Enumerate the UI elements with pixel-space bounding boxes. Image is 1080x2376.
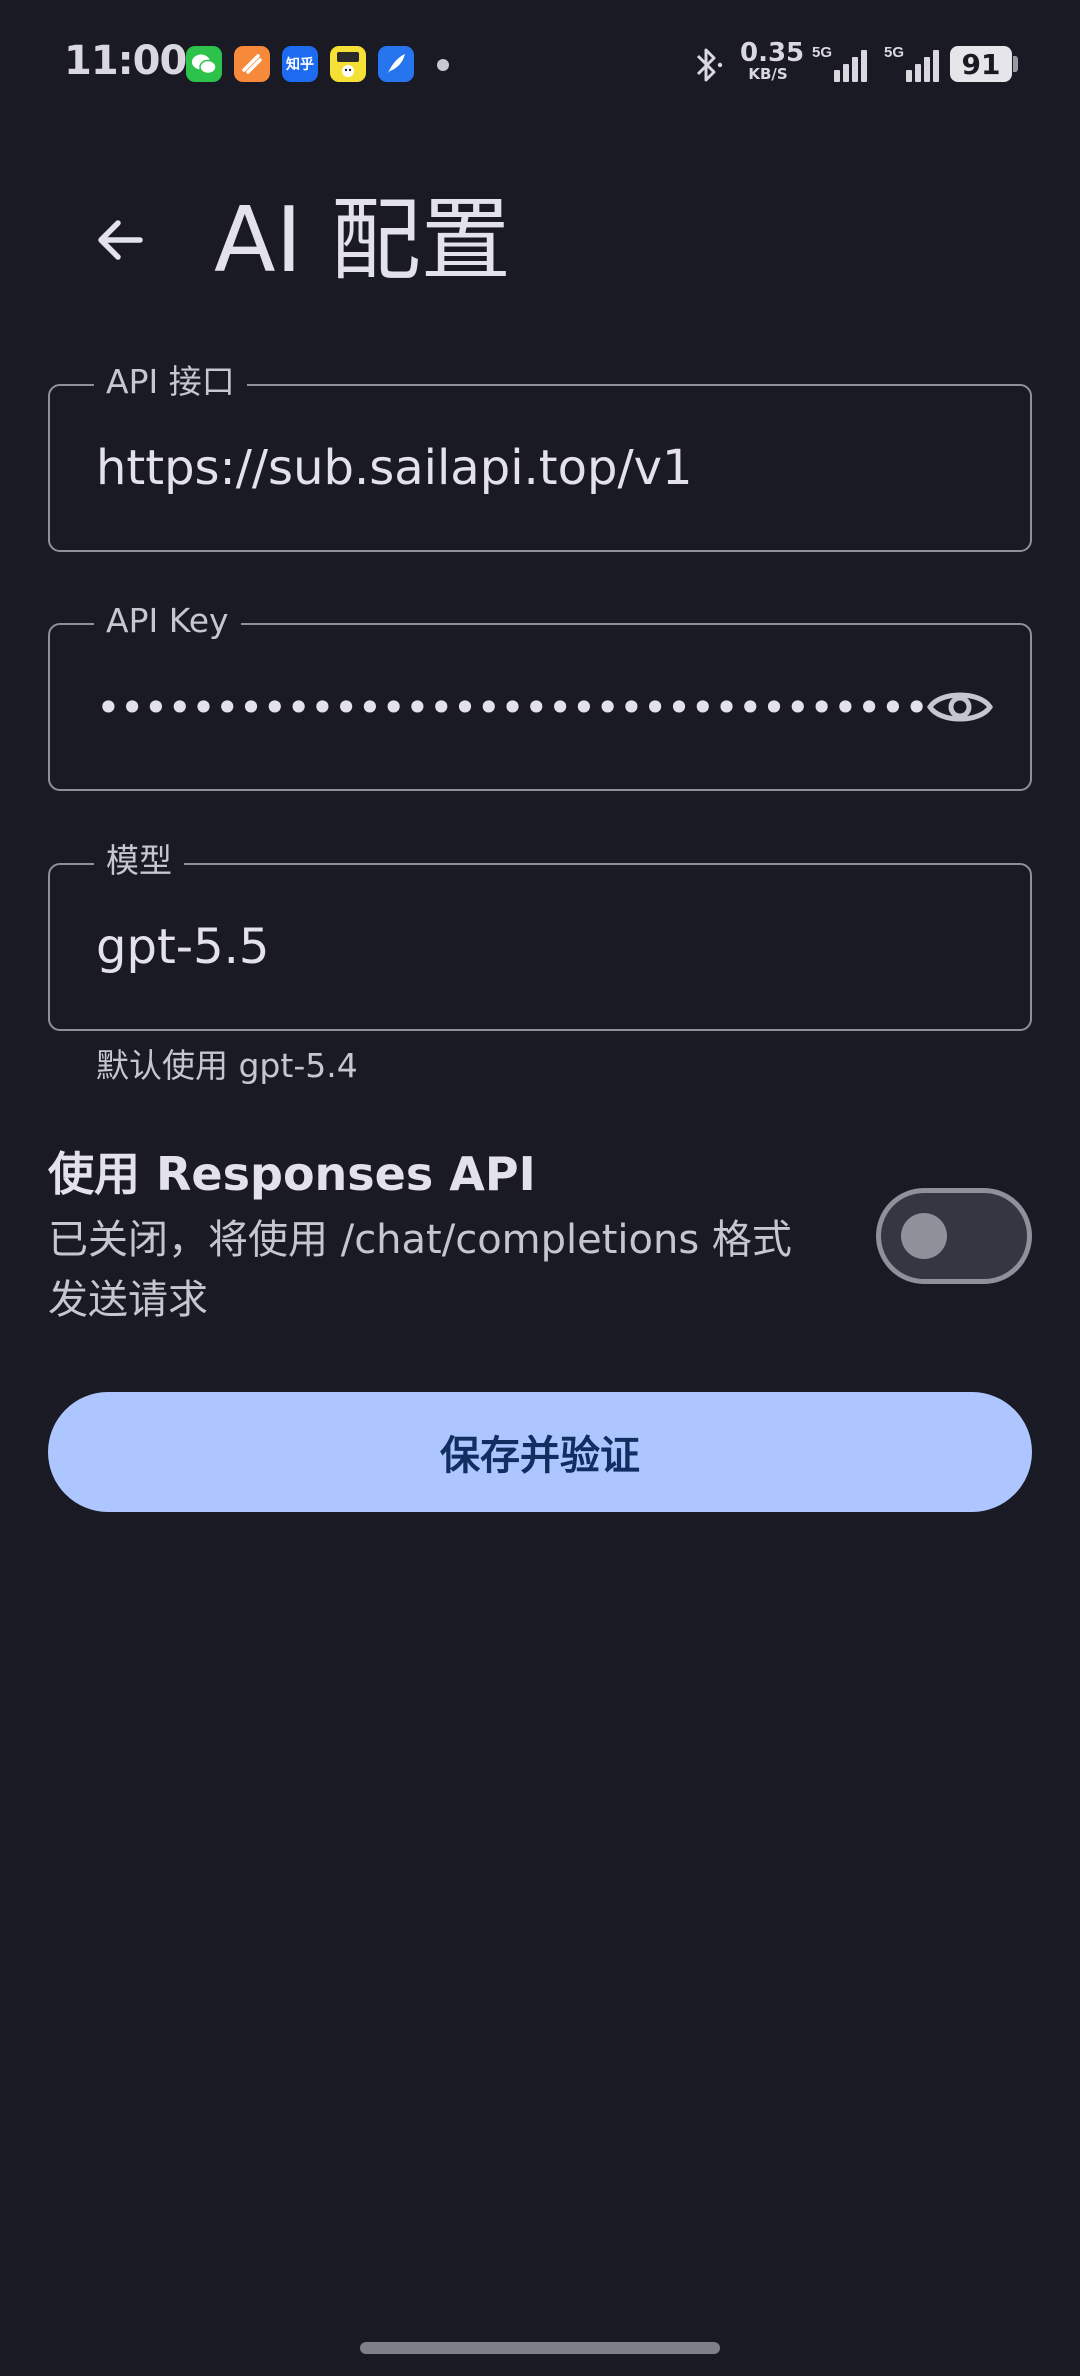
feather-app-icon bbox=[378, 46, 414, 82]
signal-icon: 5G bbox=[812, 44, 867, 82]
status-time: 11:00 bbox=[64, 38, 187, 84]
responses-api-title: 使用 Responses API bbox=[48, 1147, 536, 1201]
arrow-left-icon bbox=[98, 220, 143, 260]
orange-app-icon bbox=[234, 46, 270, 82]
api-endpoint-label: API 接口 bbox=[94, 362, 247, 402]
back-button[interactable] bbox=[80, 200, 160, 280]
api-endpoint-value[interactable]: https://sub.sailapi.top/v1 bbox=[96, 440, 693, 496]
signal-label: 5G bbox=[812, 44, 832, 61]
battery-level: 91 bbox=[961, 47, 1001, 81]
responses-api-description: 已关闭，将使用 /chat/completions 格式发送请求 bbox=[48, 1217, 792, 1323]
wechat-icon bbox=[186, 46, 222, 82]
responses-api-toggle[interactable] bbox=[876, 1188, 1032, 1284]
screen: 11:00 知乎 0.35 KB/S 5G 5G 91 AI 配置 https:… bbox=[0, 0, 1080, 2376]
toggle-visibility-button[interactable] bbox=[920, 673, 1000, 741]
notification-dot bbox=[437, 59, 449, 71]
api-key-label: API Key bbox=[94, 601, 241, 641]
signal-icon: 5G bbox=[884, 44, 939, 82]
page-title: AI 配置 bbox=[214, 188, 511, 293]
status-bar: 11:00 知乎 0.35 KB/S 5G 5G 91 bbox=[0, 0, 1080, 120]
bluetooth-icon bbox=[696, 48, 723, 82]
api-key-field[interactable]: ••••••••••••••••••••••••••••••••••••••••… bbox=[48, 623, 1032, 791]
toggle-thumb bbox=[901, 1213, 947, 1259]
yellow-app-icon bbox=[330, 46, 366, 82]
zhihu-icon: 知乎 bbox=[282, 46, 318, 82]
api-key-value[interactable]: ••••••••••••••••••••••••••••••••••••••••… bbox=[96, 681, 928, 735]
save-and-verify-button[interactable]: 保存并验证 bbox=[48, 1392, 1032, 1512]
model-field[interactable]: gpt-5.5 bbox=[48, 863, 1032, 1031]
network-speed-unit: KB/S bbox=[748, 65, 788, 83]
model-value[interactable]: gpt-5.5 bbox=[96, 919, 269, 975]
battery-icon: 91 bbox=[950, 46, 1012, 82]
home-indicator[interactable] bbox=[360, 2342, 720, 2354]
network-speed: 0.35 KB/S bbox=[740, 38, 805, 83]
eye-icon bbox=[927, 692, 993, 722]
network-speed-value: 0.35 bbox=[740, 38, 805, 68]
model-supporting-text: 默认使用 gpt-5.4 bbox=[96, 1046, 358, 1085]
battery-tip bbox=[1013, 56, 1018, 72]
model-label: 模型 bbox=[94, 841, 184, 881]
signal-label: 5G bbox=[884, 44, 904, 61]
api-endpoint-field[interactable]: https://sub.sailapi.top/v1 bbox=[48, 384, 1032, 552]
